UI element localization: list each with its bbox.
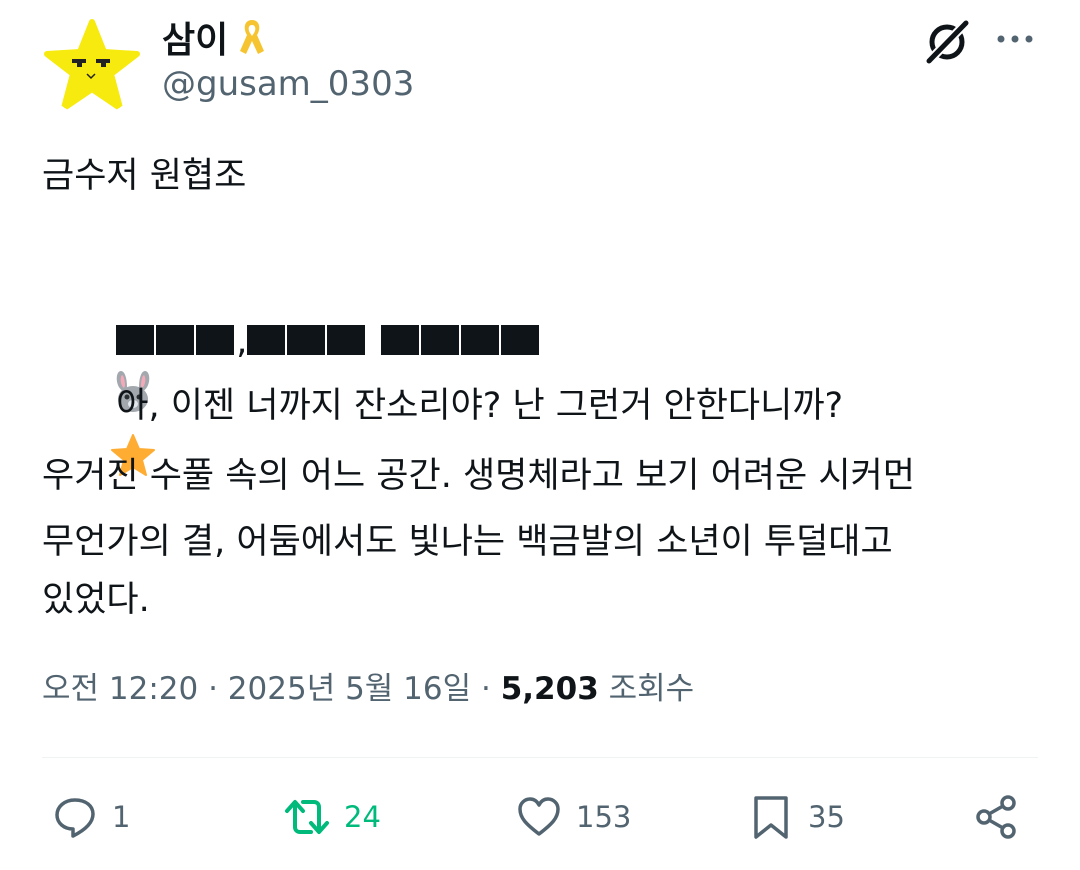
views-label: 조회수 bbox=[608, 671, 695, 707]
grok-icon[interactable] bbox=[922, 16, 972, 66]
divider bbox=[42, 757, 1038, 758]
tweet-text-line: 있었다. bbox=[42, 580, 150, 620]
like-count: 153 bbox=[576, 800, 632, 834]
reply-button[interactable]: 1 bbox=[52, 792, 130, 842]
tweet-text-line: 무언가의 결, 어둠에서도 빛나는 백금발의 소년이 투덜대고 bbox=[42, 522, 893, 562]
reply-count: 1 bbox=[112, 800, 131, 834]
author-name-row[interactable]: 삼이 bbox=[162, 12, 266, 62]
tweet-text-line: 우거진 수풀 속의 어느 공간. 생명체라고 보기 어려운 시커먼 bbox=[42, 456, 915, 496]
avatar[interactable] bbox=[42, 16, 142, 116]
like-button[interactable]: 153 bbox=[516, 792, 631, 842]
reply-icon bbox=[55, 798, 95, 838]
retweet-count: 24 bbox=[344, 800, 381, 834]
views-count: 5,203 bbox=[500, 671, 599, 707]
meta-separator: · bbox=[198, 671, 228, 707]
retweet-icon bbox=[285, 800, 329, 834]
tweet-dialogue-text: 아, 이젠 너까지 잔소리야? 난 그런거 안한다니까? bbox=[116, 386, 844, 426]
tweet-text-line: 금수저 원협조 bbox=[42, 156, 247, 196]
star-icon bbox=[64, 383, 155, 476]
meta-separator: · bbox=[471, 671, 501, 707]
share-button[interactable] bbox=[974, 792, 1020, 842]
bookmark-icon bbox=[754, 796, 788, 839]
bookmark-count: 35 bbox=[808, 800, 845, 834]
yellow-ribbon-icon bbox=[238, 17, 266, 57]
author-handle[interactable]: @gusam_0303 bbox=[162, 64, 414, 104]
more-icon[interactable] bbox=[995, 24, 1035, 54]
tweet-time[interactable]: 오전 12:20 bbox=[42, 671, 198, 707]
display-name[interactable]: 삼이 bbox=[162, 11, 228, 63]
heart-icon bbox=[518, 797, 560, 836]
share-icon bbox=[976, 795, 1016, 839]
bookmark-button[interactable]: 35 bbox=[748, 792, 845, 842]
tweet-dialogue-line: 아, 이젠 너까지 잔소리야? 난 그런거 안한다니까? bbox=[42, 334, 844, 476]
tweet-meta: 오전 12:20 · 2025년 5월 16일 · 5,203 조회수 bbox=[42, 664, 694, 714]
retweet-button[interactable]: 24 bbox=[284, 792, 381, 842]
star-face-icon bbox=[44, 19, 140, 111]
tweet-date[interactable]: 2025년 5월 16일 bbox=[228, 671, 471, 707]
